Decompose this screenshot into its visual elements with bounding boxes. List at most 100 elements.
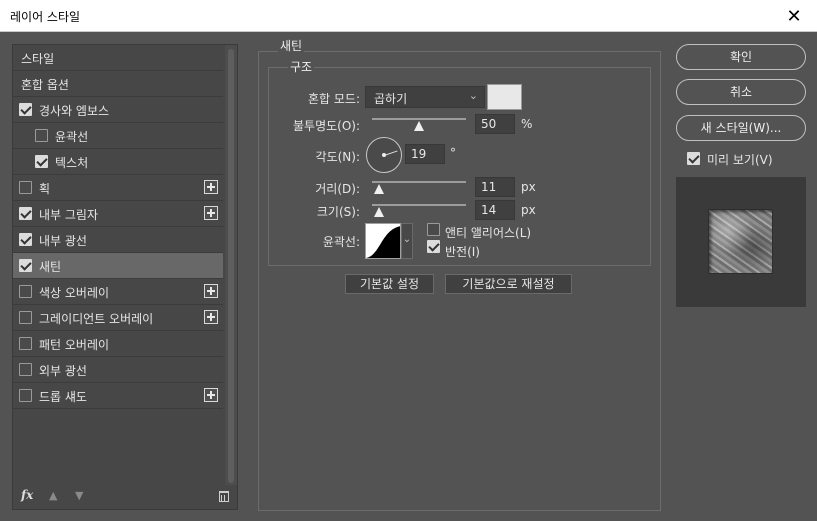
style-item-checkbox[interactable] (19, 389, 32, 402)
distance-value: 11 (481, 180, 497, 194)
contour-preview[interactable] (365, 223, 401, 259)
contour-dropdown-chevron[interactable]: ⌄ (401, 223, 413, 259)
blend-mode-select[interactable]: 곱하기 ⌄ (365, 86, 485, 108)
add-effect-icon[interactable] (204, 206, 218, 220)
style-item-checkbox[interactable] (35, 155, 48, 168)
size-label: 크기(S): (316, 205, 360, 219)
contour-label: 윤곽선: (322, 235, 360, 249)
distance-input[interactable]: 11 (475, 177, 515, 197)
style-item-label: 스타일 (21, 52, 55, 66)
make-default-button[interactable]: 기본값 설정 (345, 274, 434, 294)
styles-bottom-bar: fx ▲ ▼ (13, 485, 237, 509)
opacity-label: 불투명도(O): (292, 119, 360, 133)
style-item-4[interactable]: 텍스처 (13, 149, 223, 175)
style-item-checkbox[interactable] (19, 207, 32, 220)
opacity-slider-knob[interactable] (414, 121, 424, 131)
style-item-checkbox[interactable] (19, 311, 32, 324)
style-item-8[interactable]: 새틴 (13, 253, 223, 279)
preview-checkbox[interactable] (687, 152, 700, 165)
style-item-3[interactable]: 윤곽선 (13, 123, 223, 149)
anti-alias-checkbox[interactable] (427, 223, 440, 236)
style-item-checkbox[interactable] (35, 129, 48, 142)
angle-value: 19 (411, 147, 427, 161)
angle-dial-hand (384, 150, 398, 156)
anti-alias-label[interactable]: 앤티 앨리어스(L) (445, 224, 531, 241)
angle-dial[interactable] (366, 137, 402, 173)
preview-texture (709, 210, 772, 273)
size-slider-track[interactable] (372, 204, 466, 206)
style-item-9[interactable]: 색상 오버레이 (13, 279, 223, 305)
add-effect-icon[interactable] (204, 180, 218, 194)
satin-section-title: 새틴 (278, 37, 305, 54)
style-item-checkbox[interactable] (19, 259, 32, 272)
invert-label[interactable]: 반전(I) (445, 243, 480, 260)
size-unit: px (521, 203, 536, 217)
scrollbar-thumb[interactable] (228, 49, 234, 483)
size-slider-knob[interactable] (373, 207, 384, 217)
reset-to-default-button[interactable]: 기본값으로 재설정 (445, 274, 572, 294)
style-item-label: 색상 오버레이 (39, 286, 110, 300)
add-effect-icon[interactable] (204, 284, 218, 298)
style-item-label: 내부 광선 (39, 234, 87, 248)
size-value: 14 (481, 203, 497, 217)
blend-mode-value: 곱하기 (374, 92, 408, 106)
style-item-checkbox[interactable] (19, 285, 32, 298)
style-item-label: 혼합 옵션 (21, 78, 69, 92)
structure-title: 구조 (288, 58, 315, 75)
opacity-slider-track[interactable] (372, 118, 466, 120)
trash-icon[interactable] (219, 491, 229, 502)
style-item-checkbox[interactable] (19, 103, 32, 116)
style-item-label: 드롭 섀도 (39, 390, 87, 404)
move-down-icon[interactable]: ▼ (75, 489, 83, 502)
style-item-13[interactable]: 드롭 섀도 (13, 383, 223, 409)
distance-slider-track[interactable] (372, 181, 466, 183)
satin-color-swatch[interactable] (487, 84, 522, 110)
invert-checkbox[interactable] (427, 240, 440, 253)
style-item-0[interactable]: 스타일 (13, 45, 223, 71)
style-preview (676, 177, 806, 307)
style-item-10[interactable]: 그레이디언트 오버레이 (13, 305, 223, 331)
style-item-label: 외부 광선 (39, 364, 87, 378)
opacity-input[interactable]: 50 (475, 114, 515, 134)
distance-slider-knob[interactable] (373, 184, 384, 194)
blend-mode-label: 혼합 모드: (307, 92, 360, 106)
style-item-label: 윤곽선 (55, 130, 89, 144)
preview-label[interactable]: 미리 보기(V) (707, 151, 773, 168)
new-style-button[interactable]: 새 스타일(W)... (676, 115, 806, 141)
angle-label: 각도(N): (315, 150, 360, 164)
style-item-label: 경사와 엠보스 (39, 104, 110, 118)
distance-unit: px (521, 180, 536, 194)
add-effect-icon[interactable] (204, 310, 218, 324)
style-item-12[interactable]: 외부 광선 (13, 357, 223, 383)
style-item-5[interactable]: 획 (13, 175, 223, 201)
cancel-button[interactable]: 취소 (676, 79, 806, 105)
opacity-unit: % (521, 117, 533, 131)
opacity-value: 50 (481, 117, 497, 131)
contour-curve-icon (366, 226, 400, 258)
style-item-6[interactable]: 내부 그림자 (13, 201, 223, 227)
angle-input[interactable]: 19 (405, 144, 445, 164)
style-item-1[interactable]: 혼합 옵션 (13, 71, 223, 97)
style-item-label: 패턴 오버레이 (39, 338, 110, 352)
fx-icon[interactable]: fx (21, 488, 33, 502)
move-up-icon[interactable]: ▲ (49, 489, 57, 502)
style-item-7[interactable]: 내부 광선 (13, 227, 223, 253)
close-icon[interactable]: ✕ (771, 0, 817, 32)
style-item-label: 내부 그림자 (39, 208, 99, 222)
style-item-checkbox[interactable] (19, 337, 32, 350)
style-item-label: 획 (39, 182, 51, 196)
styles-list-scrollbar[interactable] (225, 45, 237, 485)
style-item-label: 그레이디언트 오버레이 (39, 312, 154, 326)
style-item-checkbox[interactable] (19, 233, 32, 246)
style-item-11[interactable]: 패턴 오버레이 (13, 331, 223, 357)
size-input[interactable]: 14 (475, 200, 515, 220)
distance-label: 거리(D): (315, 182, 360, 196)
add-effect-icon[interactable] (204, 388, 218, 402)
styles-list-panel: 스타일혼합 옵션경사와 엠보스윤곽선텍스처획내부 그림자내부 광선새틴색상 오버… (12, 44, 238, 510)
title-bar: 레이어 스타일 ✕ (0, 0, 817, 32)
style-item-checkbox[interactable] (19, 181, 32, 194)
angle-dial-center (382, 153, 386, 157)
ok-button[interactable]: 확인 (676, 44, 806, 70)
style-item-2[interactable]: 경사와 엠보스 (13, 97, 223, 123)
style-item-checkbox[interactable] (19, 363, 32, 376)
